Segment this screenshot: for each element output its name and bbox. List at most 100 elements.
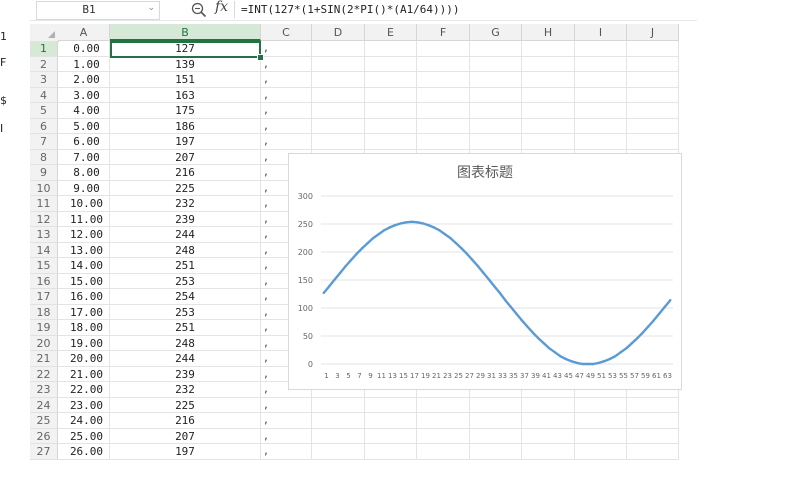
cell-empty[interactable] xyxy=(522,134,575,150)
cell-a[interactable]: 4.00 xyxy=(58,103,110,119)
cell-a[interactable]: 1.00 xyxy=(58,56,110,72)
cell-empty[interactable] xyxy=(365,103,417,119)
series-line[interactable] xyxy=(322,220,672,366)
cell-empty[interactable] xyxy=(627,87,679,103)
row-header[interactable]: 16 xyxy=(30,273,58,289)
cell-b[interactable]: 175 xyxy=(110,103,261,119)
cell-empty[interactable] xyxy=(522,118,575,134)
row-header[interactable]: 26 xyxy=(30,428,58,444)
name-box[interactable]: B1 ⌄ xyxy=(36,1,160,20)
cell-empty[interactable] xyxy=(365,118,417,134)
row-header[interactable]: 24 xyxy=(30,397,58,413)
cell-empty[interactable] xyxy=(627,134,679,150)
cell-empty[interactable] xyxy=(417,72,470,88)
cell-c[interactable]: , xyxy=(261,72,312,88)
column-header-j[interactable]: J xyxy=(627,24,679,41)
cell-a[interactable]: 24.00 xyxy=(58,413,110,429)
row-header[interactable]: 14 xyxy=(30,242,58,258)
row-header[interactable]: 22 xyxy=(30,366,58,382)
row-header[interactable]: 15 xyxy=(30,258,58,274)
cell-empty[interactable] xyxy=(417,134,470,150)
cell-empty[interactable] xyxy=(627,397,679,413)
cell-empty[interactable] xyxy=(627,72,679,88)
cell-c[interactable]: , xyxy=(261,87,312,103)
cell-b[interactable]: 163 xyxy=(110,87,261,103)
cell-a[interactable]: 16.00 xyxy=(58,289,110,305)
cell-empty[interactable] xyxy=(470,72,522,88)
row-header[interactable]: 21 xyxy=(30,351,58,367)
cell-b[interactable]: 253 xyxy=(110,304,261,320)
column-header-f[interactable]: F xyxy=(417,24,470,41)
cell-a[interactable]: 11.00 xyxy=(58,211,110,227)
cell-c[interactable]: , xyxy=(261,41,312,57)
cell-empty[interactable] xyxy=(312,41,365,57)
cell-b[interactable]: 151 xyxy=(110,72,261,88)
cell-empty[interactable] xyxy=(522,428,575,444)
cell-a[interactable]: 5.00 xyxy=(58,118,110,134)
cell-a[interactable]: 22.00 xyxy=(58,382,110,398)
cell-empty[interactable] xyxy=(312,413,365,429)
cell-empty[interactable] xyxy=(365,444,417,460)
row-header[interactable]: 8 xyxy=(30,149,58,165)
cell-empty[interactable] xyxy=(417,413,470,429)
cell-empty[interactable] xyxy=(365,72,417,88)
column-header-c[interactable]: C xyxy=(261,24,312,41)
row-header[interactable]: 18 xyxy=(30,304,58,320)
cell-b[interactable]: 239 xyxy=(110,211,261,227)
row-header[interactable]: 1 xyxy=(30,41,58,57)
cell-empty[interactable] xyxy=(312,428,365,444)
cell-empty[interactable] xyxy=(470,41,522,57)
cell-a[interactable]: 3.00 xyxy=(58,87,110,103)
cell-c[interactable]: , xyxy=(261,56,312,72)
cell-b[interactable]: 207 xyxy=(110,428,261,444)
column-header-b[interactable]: B xyxy=(110,24,261,41)
cell-empty[interactable] xyxy=(365,397,417,413)
cell-a[interactable]: 14.00 xyxy=(58,258,110,274)
cell-b[interactable]: 197 xyxy=(110,444,261,460)
column-header-i[interactable]: I xyxy=(575,24,627,41)
cell-empty[interactable] xyxy=(417,397,470,413)
row-header[interactable]: 2 xyxy=(30,56,58,72)
cell-a[interactable]: 20.00 xyxy=(58,351,110,367)
cell-empty[interactable] xyxy=(312,118,365,134)
cell-empty[interactable] xyxy=(470,413,522,429)
column-header-h[interactable]: H xyxy=(522,24,575,41)
cell-b[interactable]: 186 xyxy=(110,118,261,134)
cell-empty[interactable] xyxy=(365,41,417,57)
cell-b[interactable]: 244 xyxy=(110,227,261,243)
cell-empty[interactable] xyxy=(417,56,470,72)
cell-c[interactable]: , xyxy=(261,103,312,119)
row-header[interactable]: 3 xyxy=(30,72,58,88)
column-header-g[interactable]: G xyxy=(470,24,522,41)
cell-b[interactable]: 239 xyxy=(110,366,261,382)
cell-empty[interactable] xyxy=(470,56,522,72)
cell-empty[interactable] xyxy=(312,56,365,72)
cell-b[interactable]: 207 xyxy=(110,149,261,165)
function-icon[interactable]: fx xyxy=(215,0,228,15)
cell-b[interactable]: 248 xyxy=(110,335,261,351)
cell-empty[interactable] xyxy=(522,87,575,103)
row-header[interactable]: 17 xyxy=(30,289,58,305)
cell-empty[interactable] xyxy=(575,72,627,88)
cell-empty[interactable] xyxy=(470,134,522,150)
cell-empty[interactable] xyxy=(312,87,365,103)
cell-empty[interactable] xyxy=(575,397,627,413)
row-header[interactable]: 11 xyxy=(30,196,58,212)
cell-a[interactable]: 12.00 xyxy=(58,227,110,243)
cell-empty[interactable] xyxy=(470,397,522,413)
cell-a[interactable]: 7.00 xyxy=(58,149,110,165)
cell-a[interactable]: 13.00 xyxy=(58,242,110,258)
cell-empty[interactable] xyxy=(365,428,417,444)
cell-empty[interactable] xyxy=(575,118,627,134)
cell-empty[interactable] xyxy=(522,72,575,88)
row-header[interactable]: 20 xyxy=(30,335,58,351)
cell-empty[interactable] xyxy=(522,444,575,460)
cell-b[interactable]: 254 xyxy=(110,289,261,305)
cell-c[interactable]: , xyxy=(261,428,312,444)
cell-a[interactable]: 8.00 xyxy=(58,165,110,181)
formula-input[interactable]: =INT(127*(1+SIN(2*PI()*(A1/64)))) xyxy=(234,1,697,18)
cell-empty[interactable] xyxy=(575,413,627,429)
row-header[interactable]: 6 xyxy=(30,118,58,134)
row-header[interactable]: 13 xyxy=(30,227,58,243)
row-header[interactable]: 4 xyxy=(30,87,58,103)
